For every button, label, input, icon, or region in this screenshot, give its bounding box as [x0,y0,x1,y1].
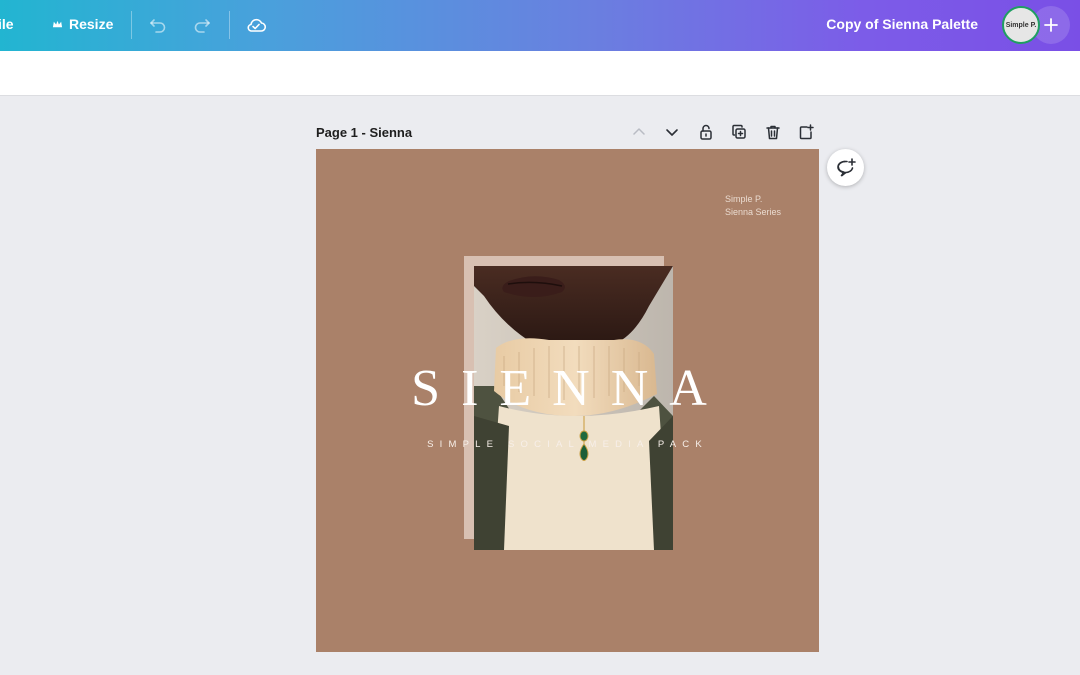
save-status-button[interactable] [244,13,268,37]
file-menu[interactable]: ile [0,16,14,32]
design-canvas[interactable]: Simple P. Sienna Series SIENNA SIMPLE SO… [316,149,819,652]
cloud-saved-icon [247,18,267,32]
add-page-button[interactable] [795,121,817,143]
redo-icon [194,19,210,33]
crown-icon [52,20,63,27]
chevron-down-icon [666,129,678,136]
subheadline-text[interactable]: SIMPLE SOCIAL MEDIA PACK [316,439,819,450]
resize-label: Resize [69,16,114,32]
move-page-down-button[interactable] [661,121,683,143]
brand-line-1: Simple P. [725,194,763,204]
lock-page-button[interactable] [695,121,717,143]
divider [131,11,132,39]
add-page-icon [799,124,814,140]
add-comment-button[interactable] [827,149,864,186]
plus-icon [1044,18,1058,32]
delete-page-button[interactable] [762,121,784,143]
duplicate-icon [732,124,746,139]
duplicate-page-button[interactable] [728,121,750,143]
brand-label[interactable]: Simple P. Sienna Series [725,193,781,218]
resize-button[interactable]: Resize [52,16,113,32]
trash-icon [766,125,780,140]
add-comment-icon [836,157,856,176]
document-title[interactable]: Copy of Sienna Palette [826,16,978,32]
lock-icon [700,124,712,140]
headline-text[interactable]: SIENNA [316,359,819,418]
divider [229,11,230,39]
avatar[interactable]: Simple P. [1002,6,1040,44]
editor-toolbar [0,51,1080,96]
redo-button[interactable] [190,13,214,37]
undo-button[interactable] [146,13,170,37]
brand-line-2: Sienna Series [725,206,782,217]
undo-icon [150,19,166,33]
page-title[interactable]: Page 1 - Sienna [316,125,412,140]
chevron-up-icon [633,128,645,135]
move-page-up-button[interactable] [628,121,650,143]
top-bar: ile Resize Copy of Sienna Palette Simple… [0,0,1080,51]
